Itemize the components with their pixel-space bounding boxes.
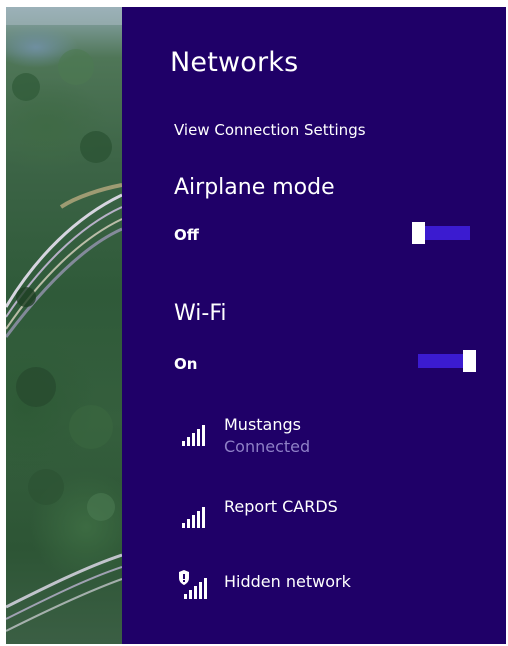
wifi-state-label: On: [174, 355, 198, 373]
network-item-mustangs[interactable]: Mustangs Connected: [178, 415, 478, 459]
airplane-mode-state-label: Off: [174, 226, 199, 244]
airplane-mode-toggle-thumb: [412, 222, 425, 244]
airplane-mode-toggle[interactable]: [412, 222, 472, 244]
airplane-mode-toggle-track: [420, 226, 470, 240]
highway-light-trails: [6, 7, 122, 632]
airplane-mode-heading: Airplane mode: [174, 175, 335, 200]
network-item-report-cards[interactable]: Report CARDS: [178, 497, 478, 541]
wifi-toggle[interactable]: [418, 350, 478, 372]
network-item-hidden-network[interactable]: Hidden network: [178, 570, 478, 616]
view-connection-settings-link[interactable]: View Connection Settings: [174, 121, 366, 139]
screenshot-frame: Networks View Connection Settings Airpla…: [6, 7, 506, 644]
desktop-background-photo: [6, 7, 122, 644]
network-name: Hidden network: [224, 572, 351, 591]
network-name: Report CARDS: [224, 497, 338, 516]
wifi-toggle-thumb: [463, 350, 476, 372]
panel-title: Networks: [170, 47, 299, 78]
network-status: Connected: [224, 437, 311, 456]
wifi-signal-shield-icon: [179, 570, 207, 599]
wifi-signal-icon: [182, 507, 205, 528]
wifi-toggle-track: [418, 354, 466, 368]
wifi-signal-icon: [182, 425, 205, 446]
wifi-heading: Wi-Fi: [174, 301, 227, 326]
networks-panel: Networks View Connection Settings Airpla…: [122, 7, 506, 644]
network-name: Mustangs: [224, 415, 301, 434]
